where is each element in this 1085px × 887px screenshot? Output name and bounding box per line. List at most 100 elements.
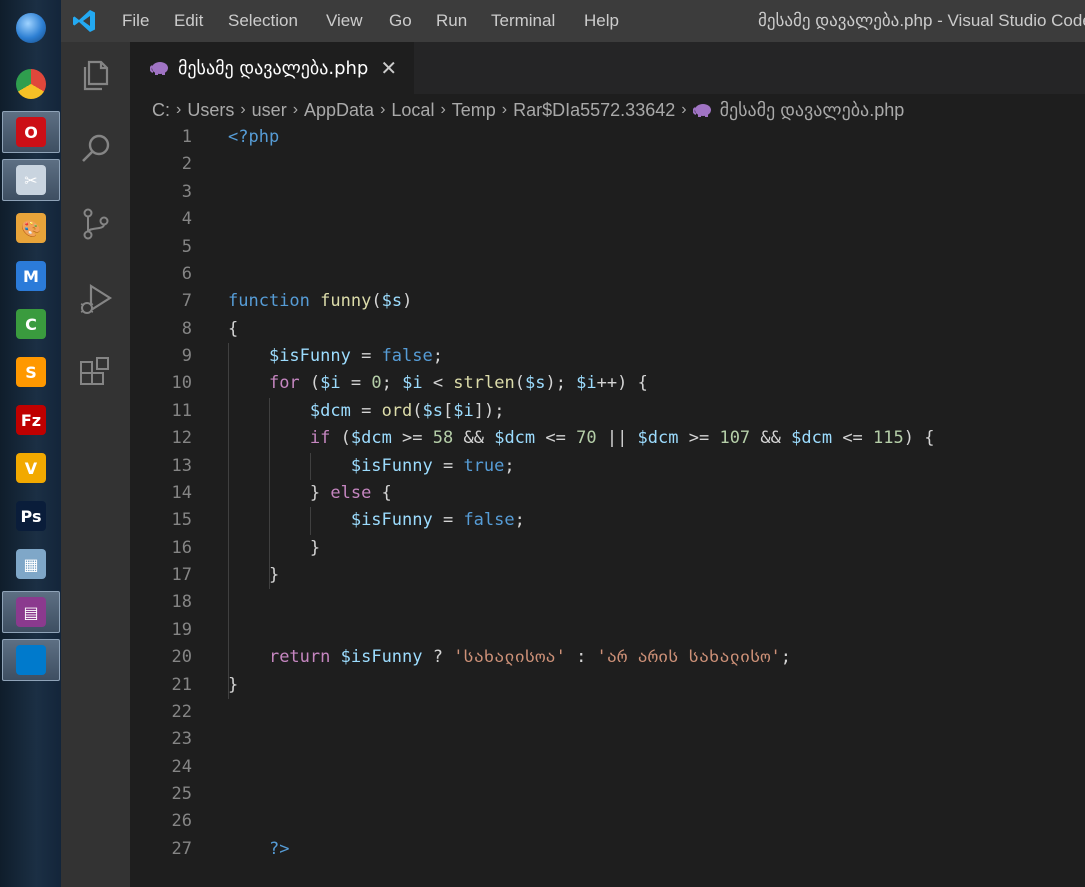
code-line[interactable]: if ($dcm >= 58 && $dcm <= 70 || $dcm >= …: [228, 425, 935, 452]
code-line[interactable]: ​: [228, 726, 934, 753]
code-area[interactable]: <?php​​​​​function funny($s){ $isFunny =…: [228, 124, 934, 863]
taskbar-camtasia[interactable]: C: [2, 303, 60, 345]
search-icon[interactable]: [77, 130, 115, 168]
breadcrumb-item[interactable]: Temp: [452, 100, 496, 121]
code-line[interactable]: ​: [228, 617, 934, 644]
paint-icon: 🎨: [16, 213, 46, 243]
taskbar-chrome[interactable]: [2, 63, 60, 105]
code-line[interactable]: ​: [228, 754, 934, 781]
code-token: &&: [750, 428, 792, 449]
extensions-icon[interactable]: [77, 355, 115, 393]
winrar-icon: ▤: [16, 597, 46, 627]
code-line[interactable]: ​: [228, 589, 934, 616]
code-line[interactable]: ​: [228, 699, 934, 726]
code-line[interactable]: }: [228, 535, 934, 562]
menu-selection[interactable]: Selection: [228, 11, 298, 31]
breadcrumb-item[interactable]: Users: [187, 100, 234, 121]
breadcrumb-item[interactable]: Rar$DIa5572.33642: [513, 100, 675, 121]
code-token: $dcm: [791, 428, 833, 449]
vscode-icon: [16, 645, 46, 675]
code-line[interactable]: <?php: [228, 124, 934, 151]
calculator-icon: ▦: [16, 549, 46, 579]
code-editor[interactable]: 1 2 3 4 5 6 7 8 9 10 11 12 13 14 15 16 17 18 19 20 21 22 23 24 2…: [130, 124, 1085, 887]
code-token: $dcm: [309, 400, 351, 421]
tab-close-icon[interactable]: ✕: [380, 56, 397, 80]
breadcrumb-item[interactable]: Local: [391, 100, 434, 121]
code-line[interactable]: }: [228, 562, 934, 589]
line-number: 1: [181, 127, 192, 147]
code-line[interactable]: } else {: [228, 480, 934, 507]
code-token: $isFunny: [350, 510, 433, 531]
vscode-logo-icon[interactable]: [71, 8, 97, 34]
code-line[interactable]: ​: [228, 206, 934, 233]
code-line[interactable]: }: [228, 672, 934, 699]
menu-terminal[interactable]: Terminal: [491, 11, 555, 31]
code-token: );: [545, 373, 577, 394]
code-token: ?: [422, 647, 454, 668]
code-line[interactable]: {: [228, 316, 934, 343]
breadcrumb-item[interactable]: AppData: [304, 100, 374, 121]
code-line[interactable]: ​: [228, 234, 934, 261]
taskbar-sublime[interactable]: S: [2, 351, 60, 393]
code-token: $i: [402, 373, 423, 394]
menu-file[interactable]: File: [122, 11, 149, 31]
source-control-icon[interactable]: [77, 205, 115, 243]
breadcrumb-item[interactable]: user: [252, 100, 287, 121]
breadcrumb: C: › Users › user › AppData › Local › Temp › Rar$DIa…: [152, 98, 1085, 122]
code-line[interactable]: ​: [228, 179, 934, 206]
tab-active-file[interactable]: მესამე დავალება.php ✕: [130, 42, 414, 94]
code-token: }: [228, 537, 321, 558]
menu-go[interactable]: Go: [389, 11, 412, 31]
code-token: (: [330, 428, 351, 449]
taskbar-filezilla[interactable]: Fz: [2, 399, 60, 441]
breadcrumb-separator-icon: ›: [440, 101, 446, 118]
code-token: 0: [371, 373, 382, 394]
code-line[interactable]: ​: [228, 151, 934, 178]
code-line[interactable]: return $isFunny ? 'სახალისოა' : 'არ არის…: [228, 644, 934, 671]
code-token: 58: [432, 428, 454, 449]
taskbar-kinemaster[interactable]: M: [2, 255, 60, 297]
menu-edit[interactable]: Edit: [174, 11, 203, 31]
taskbar-vscode[interactable]: [2, 639, 60, 681]
taskbar-photoshop[interactable]: Ps: [2, 495, 60, 537]
taskbar-winrar[interactable]: ▤: [2, 591, 60, 633]
code-token: $s: [422, 400, 444, 421]
chrome-icon: [16, 69, 46, 99]
taskbar-opera[interactable]: O: [2, 111, 60, 153]
code-line[interactable]: function funny($s): [228, 288, 934, 315]
breadcrumb-separator-icon: ›: [380, 101, 386, 118]
taskbar-calculator[interactable]: ▦: [2, 543, 60, 585]
menu-run[interactable]: Run: [436, 11, 467, 31]
code-line[interactable]: $dcm = ord($s[$i]);: [228, 398, 934, 425]
line-number: 5: [181, 236, 192, 257]
line-number: 7: [181, 291, 192, 312]
menu-view[interactable]: View: [326, 11, 363, 31]
code-token: funny: [320, 291, 372, 312]
indent-guide: [309, 507, 311, 535]
taskbar-start-orb[interactable]: [2, 7, 60, 49]
code-line[interactable]: $isFunny = false;: [228, 343, 934, 370]
taskbar-paint[interactable]: 🎨: [2, 207, 60, 249]
breadcrumb-item[interactable]: C:: [152, 100, 170, 121]
code-line[interactable]: ​: [228, 261, 934, 288]
line-number: 6: [181, 263, 192, 284]
breadcrumb-item[interactable]: მესამე დავალება.php: [720, 100, 905, 121]
code-token: return: [268, 647, 331, 668]
taskbar-snipping-tool[interactable]: ✂: [2, 159, 60, 201]
code-line[interactable]: ?>: [228, 836, 934, 863]
code-token: >=: [391, 428, 433, 449]
code-token: }: [228, 482, 331, 503]
code-line[interactable]: ​: [228, 781, 934, 808]
taskbar-vectorian[interactable]: V: [2, 447, 60, 489]
code-token: ): [402, 291, 413, 312]
code-token: ) {: [903, 428, 935, 449]
code-line[interactable]: $isFunny = true;: [228, 453, 934, 480]
code-line[interactable]: ​: [228, 808, 934, 835]
code-line[interactable]: $isFunny = false;: [228, 507, 934, 534]
menu-help[interactable]: Help: [584, 11, 619, 31]
code-line[interactable]: for ($i = 0; $i < strlen($s); $i++) {: [228, 370, 934, 397]
run-debug-icon[interactable]: [77, 280, 115, 318]
code-token: ]);: [473, 400, 505, 421]
explorer-icon[interactable]: [77, 56, 115, 94]
